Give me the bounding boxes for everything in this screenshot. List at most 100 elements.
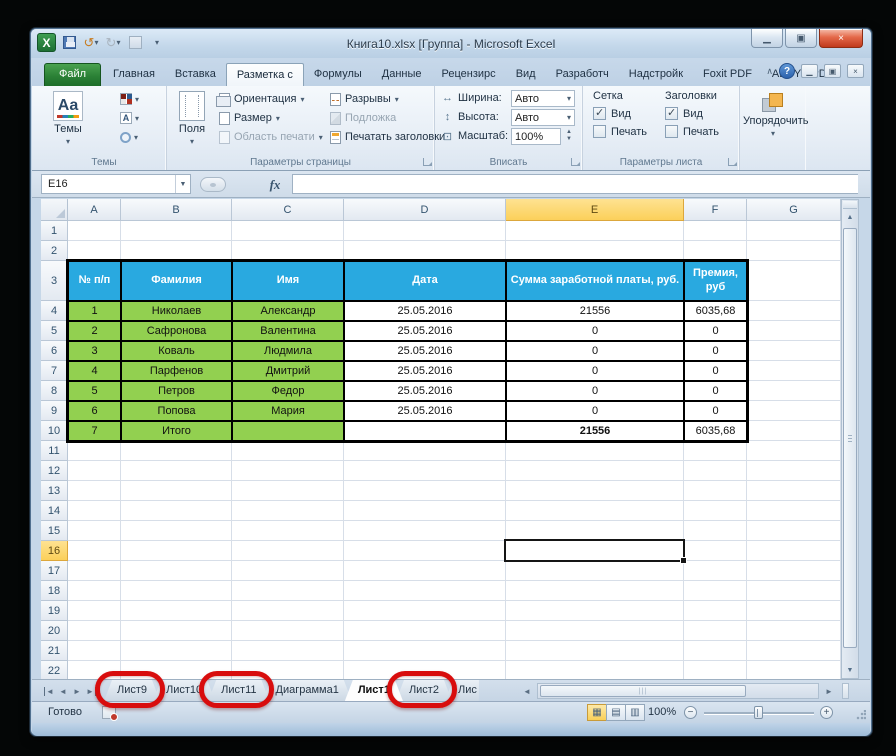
zoom-slider-track[interactable] — [704, 706, 814, 719]
ribbon-tab-Рецензирс[interactable]: Рецензирс — [432, 63, 506, 86]
vertical-scrollbar[interactable]: ▲ ▼ — [841, 199, 859, 679]
table-cell[interactable]: Итого — [121, 421, 232, 441]
table-cell[interactable]: 0 — [684, 321, 747, 341]
row-header-3[interactable]: 3 — [41, 261, 68, 301]
normal-view-button[interactable]: ▦ — [587, 704, 607, 721]
zoom-out-button[interactable]: − — [684, 706, 697, 719]
ribbon-tab-Надстройк[interactable]: Надстройк — [619, 63, 693, 86]
table-cell[interactable]: Дмитрий — [232, 361, 344, 381]
column-header-D[interactable]: D — [344, 199, 506, 221]
row-header-19[interactable]: 19 — [41, 601, 68, 621]
scale-input[interactable]: 100% — [511, 128, 561, 145]
page-layout-view-button[interactable]: ▤ — [606, 704, 626, 721]
undo-button[interactable]: ↺ ▾ — [82, 34, 100, 52]
table-cell[interactable]: 21556 — [506, 301, 684, 321]
theme-colors-button[interactable]: ▾ — [120, 91, 139, 107]
table-cell[interactable]: 0 — [506, 361, 684, 381]
row-header-22[interactable]: 22 — [41, 661, 68, 679]
column-header-A[interactable]: A — [68, 199, 121, 221]
table-cell[interactable] — [232, 421, 344, 441]
row-header-1[interactable]: 1 — [41, 221, 68, 241]
size-button[interactable]: Размер ▾ — [219, 110, 280, 126]
resize-grip-icon[interactable] — [856, 710, 866, 720]
zoom-in-button[interactable]: + — [820, 706, 833, 719]
horizontal-split-handle[interactable] — [842, 683, 849, 699]
table-cell[interactable]: Валентина — [232, 321, 344, 341]
prev-sheet-button[interactable]: ◄ — [56, 684, 70, 698]
background-button[interactable]: Подложка — [330, 110, 396, 126]
row-header-15[interactable]: 15 — [41, 521, 68, 541]
help-icon[interactable]: ? — [779, 63, 795, 79]
scale-to-fit-dialog-launcher-icon[interactable] — [571, 158, 580, 166]
ribbon-tab-Вид[interactable]: Вид — [506, 63, 546, 86]
minimize-button[interactable]: ▁ — [751, 29, 783, 48]
ribbon-tab-Формулы[interactable]: Формулы — [304, 63, 372, 86]
scale-spinner[interactable]: ▲ ▼ — [566, 129, 572, 143]
table-cell[interactable]: 0 — [684, 341, 747, 361]
gridlines-print-checkbox[interactable]: Печать — [593, 125, 647, 138]
restore-button[interactable]: ▣ — [785, 29, 817, 48]
redo-button[interactable]: ↻ ▾ — [104, 34, 122, 52]
width-select[interactable]: Авто ▾ — [511, 90, 575, 107]
table-cell[interactable]: Сафронова — [121, 321, 232, 341]
ribbon-tab-Данные[interactable]: Данные — [372, 63, 432, 86]
workbook-restore-button[interactable]: ▣ — [824, 64, 841, 78]
table-cell[interactable]: 25.05.2016 — [344, 381, 506, 401]
row-header-6[interactable]: 6 — [41, 341, 68, 361]
table-cell[interactable]: 0 — [506, 321, 684, 341]
table-cell[interactable]: 0 — [684, 381, 747, 401]
formula-bar-options-button[interactable] — [200, 177, 226, 192]
zoom-level-label[interactable]: 100% — [648, 706, 676, 718]
print-titles-button[interactable]: Печатать заголовки — [330, 129, 445, 145]
table-cell[interactable]: 7 — [68, 421, 121, 441]
column-header-C[interactable]: C — [232, 199, 344, 221]
themes-button[interactable]: Aa Темы ▾ — [47, 88, 89, 152]
column-header-E[interactable]: E — [506, 199, 684, 221]
table-cell[interactable]: 6035,68 — [684, 421, 747, 441]
horizontal-scrollbar[interactable]: ||| — [537, 683, 819, 699]
table-cell[interactable]: 6 — [68, 401, 121, 421]
table-cell[interactable]: 3 — [68, 341, 121, 361]
table-cell[interactable]: 25.05.2016 — [344, 321, 506, 341]
column-header-B[interactable]: B — [121, 199, 232, 221]
row-header-4[interactable]: 4 — [41, 301, 68, 321]
name-box-dropdown-icon[interactable]: ▼ — [175, 175, 190, 193]
table-cell[interactable]: Коваль — [121, 341, 232, 361]
row-header-16[interactable]: 16 — [41, 541, 68, 561]
select-all-corner[interactable] — [41, 199, 68, 221]
qat-customize-button[interactable]: ▾ — [148, 34, 166, 52]
orientation-button[interactable]: Ориентация ▾ — [216, 91, 304, 107]
table-tool-icon[interactable] — [126, 34, 144, 52]
ribbon-tab-Разметка с[interactable]: Разметка с — [225, 63, 304, 86]
zoom-slider-thumb[interactable] — [754, 706, 763, 719]
horizontal-scroll-thumb[interactable]: ||| — [540, 685, 746, 697]
tab-scroll-right-icon[interactable]: ► — [822, 684, 836, 698]
table-cell[interactable]: 4 — [68, 361, 121, 381]
table-cell[interactable]: 2 — [68, 321, 121, 341]
workbook-minimize-button[interactable]: ▁ — [801, 64, 818, 78]
close-button[interactable]: × — [819, 29, 863, 48]
worksheet-grid[interactable]: № п/п Фамилия Имя Дата Сумма заработной плат… — [41, 199, 841, 679]
row-header-11[interactable]: 11 — [41, 441, 68, 461]
ribbon-tab-Главная[interactable]: Главная — [103, 63, 165, 86]
table-cell[interactable]: Александр — [232, 301, 344, 321]
formula-input[interactable] — [292, 174, 858, 194]
theme-effects-button[interactable]: ▾ — [120, 129, 138, 145]
table-cell[interactable]: 0 — [684, 361, 747, 381]
row-header-20[interactable]: 20 — [41, 621, 68, 641]
row-header-21[interactable]: 21 — [41, 641, 68, 661]
table-cell[interactable]: 0 — [506, 401, 684, 421]
table-cell[interactable]: 25.05.2016 — [344, 301, 506, 321]
table-cell[interactable] — [344, 421, 506, 441]
table-cell[interactable]: Федор — [232, 381, 344, 401]
headings-print-checkbox[interactable]: Печать — [665, 125, 719, 138]
margins-button[interactable]: Поля ▾ — [173, 88, 211, 152]
workbook-close-button[interactable]: × — [847, 64, 864, 78]
row-header-12[interactable]: 12 — [41, 461, 68, 481]
table-cell[interactable]: Мария — [232, 401, 344, 421]
table-cell[interactable]: Попова — [121, 401, 232, 421]
arrange-button[interactable]: Упорядочить ▾ — [742, 88, 808, 152]
page-setup-dialog-launcher-icon[interactable] — [423, 158, 432, 166]
row-header-5[interactable]: 5 — [41, 321, 68, 341]
table-cell[interactable]: Николаев — [121, 301, 232, 321]
